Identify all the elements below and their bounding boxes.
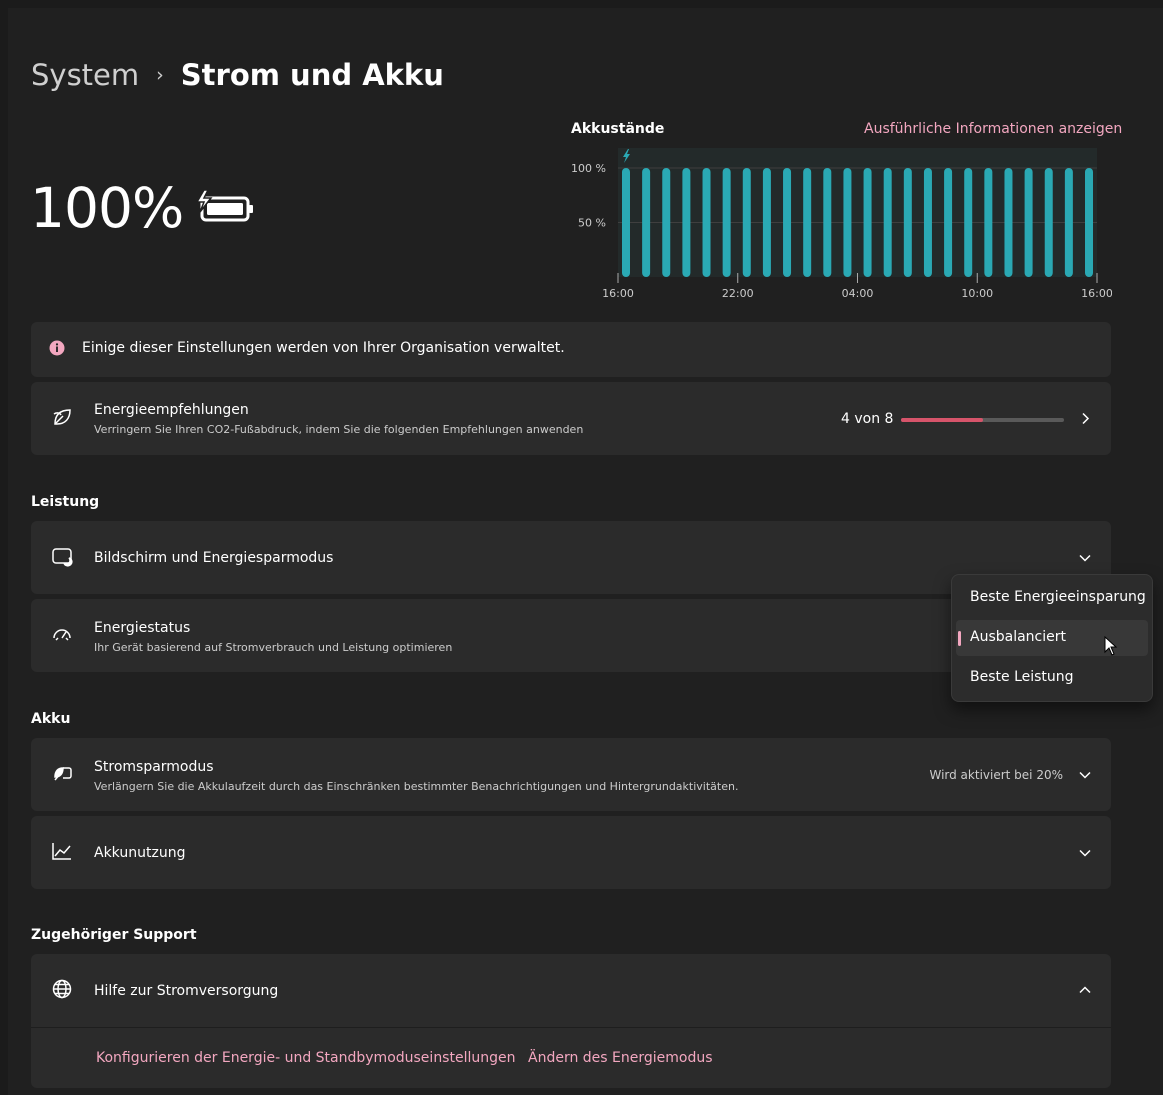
section-battery: Akku bbox=[31, 711, 71, 727]
section-support: Zugehöriger Support bbox=[31, 927, 197, 943]
recs-progress-text: 4 von 8 bbox=[841, 411, 894, 427]
power-mode-card: Energiestatus Ihr Gerät basierend auf St… bbox=[31, 599, 1111, 672]
power-help-title: Hilfe zur Stromversorgung bbox=[94, 983, 279, 999]
power-mode-subtitle: Ihr Gerät basierend auf Stromverbrauch u… bbox=[94, 641, 453, 654]
chart-bar bbox=[823, 168, 832, 277]
info-icon bbox=[49, 340, 65, 360]
chart-bar bbox=[722, 168, 731, 277]
chevron-down-icon bbox=[1079, 765, 1091, 784]
chevron-down-icon bbox=[1079, 548, 1091, 567]
chart-x-tick-label: 04:00 bbox=[842, 287, 874, 300]
energy-recs-title: Energieempfehlungen bbox=[94, 402, 249, 418]
chart-bar bbox=[964, 168, 973, 277]
battery-usage-title: Akkunutzung bbox=[94, 845, 186, 861]
energy-recs-subtitle: Verringern Sie Ihren CO2-Fußabdruck, ind… bbox=[94, 423, 584, 436]
screen-sleep-icon bbox=[51, 545, 73, 571]
screen-sleep-card[interactable]: Bildschirm und Energiesparmodus bbox=[31, 521, 1111, 594]
line-chart-icon bbox=[51, 840, 73, 866]
battery-level-chart: 100 % 50 % 16:00 22:00 04:00 10:00 16:00 bbox=[571, 148, 1112, 300]
power-mode-option-best-efficiency[interactable]: Beste Energieeinsparung bbox=[956, 580, 1148, 616]
chevron-down-icon bbox=[1079, 843, 1091, 862]
power-help-card: Hilfe zur Stromversorgung bbox=[31, 954, 1111, 1088]
org-managed-notice: Einige dieser Einstellungen werden von I… bbox=[31, 322, 1111, 377]
power-mode-title: Energiestatus bbox=[94, 620, 191, 636]
chart-x-tick-label: 22:00 bbox=[722, 287, 754, 300]
help-link-change-mode[interactable]: Ändern des Energiemodus bbox=[528, 1050, 713, 1066]
detailed-info-link[interactable]: Ausführliche Informationen anzeigen bbox=[864, 121, 1122, 137]
notice-text: Einige dieser Einstellungen werden von I… bbox=[82, 340, 565, 356]
chart-x-tick-label: 10:00 bbox=[961, 287, 993, 300]
battery-charging-icon bbox=[194, 188, 256, 230]
battery-saver-subtitle: Verlängern Sie die Akkulaufzeit durch da… bbox=[94, 780, 739, 793]
chart-bar bbox=[783, 168, 792, 277]
battery-saver-title: Stromsparmodus bbox=[94, 759, 214, 775]
chart-x-tick-label: 16:00 bbox=[602, 287, 634, 300]
power-mode-dropdown[interactable]: Beste Energieeinsparung Ausbalanciert Be… bbox=[951, 574, 1153, 702]
chart-bar bbox=[923, 168, 932, 277]
page-title: Strom und Akku bbox=[180, 58, 444, 92]
selected-indicator bbox=[958, 631, 961, 646]
chart-bar bbox=[843, 168, 852, 277]
chevron-up-icon bbox=[1079, 981, 1091, 1000]
divider bbox=[31, 1027, 1111, 1028]
chevron-right-icon bbox=[1079, 409, 1091, 428]
recs-progress-bar bbox=[901, 418, 1064, 422]
chart-x-tick-label: 16:00 bbox=[1081, 287, 1112, 300]
mouse-cursor-icon bbox=[1104, 635, 1118, 660]
battery-saver-card[interactable]: Stromsparmodus Verlängern Sie die Akkula… bbox=[31, 738, 1111, 811]
chart-bar bbox=[1024, 168, 1033, 277]
power-mode-option-best-performance[interactable]: Beste Leistung bbox=[956, 660, 1148, 696]
battery-saver-status: Wird aktiviert bei 20% bbox=[929, 768, 1063, 782]
chart-y-tick-label: 100 % bbox=[571, 162, 606, 175]
chart-bar bbox=[702, 168, 711, 277]
gauge-icon bbox=[51, 623, 73, 649]
chart-bar bbox=[1044, 168, 1053, 277]
breadcrumb-separator: › bbox=[156, 64, 164, 86]
chart-title: Akkustände bbox=[571, 121, 665, 137]
chart-bar bbox=[944, 168, 953, 277]
battery-level: 100% bbox=[30, 176, 184, 240]
chart-bar bbox=[682, 168, 691, 277]
recs-progress-fill bbox=[901, 418, 983, 422]
chart-bar bbox=[1004, 168, 1013, 277]
chart-bar bbox=[1085, 168, 1093, 277]
battery-saver-icon bbox=[51, 762, 73, 788]
breadcrumb-parent[interactable]: System bbox=[31, 58, 139, 92]
chart-bar bbox=[762, 168, 771, 277]
breadcrumb: System › Strom und Akku bbox=[31, 58, 444, 92]
section-performance: Leistung bbox=[31, 494, 100, 510]
chart-bar bbox=[622, 168, 630, 277]
globe-icon bbox=[51, 978, 73, 1004]
chart-bar bbox=[803, 168, 812, 277]
leaf-icon bbox=[51, 406, 73, 432]
help-link-configure[interactable]: Konfigurieren der Energie- und Standbymo… bbox=[96, 1050, 515, 1066]
chart-bar bbox=[1064, 168, 1073, 277]
screen-sleep-title: Bildschirm und Energiesparmodus bbox=[94, 550, 334, 566]
chart-bar bbox=[903, 168, 912, 277]
chart-bar bbox=[863, 168, 872, 277]
chart-bar bbox=[742, 168, 751, 277]
battery-usage-card[interactable]: Akkunutzung bbox=[31, 816, 1111, 889]
chart-bar bbox=[883, 168, 892, 277]
chart-bar bbox=[984, 168, 993, 277]
power-help-header[interactable]: Hilfe zur Stromversorgung bbox=[31, 954, 1111, 1027]
chart-bar bbox=[642, 168, 651, 277]
power-mode-option-balanced[interactable]: Ausbalanciert bbox=[956, 620, 1148, 656]
chart-y-tick-label: 50 % bbox=[578, 217, 606, 230]
chart-bar bbox=[662, 168, 671, 277]
